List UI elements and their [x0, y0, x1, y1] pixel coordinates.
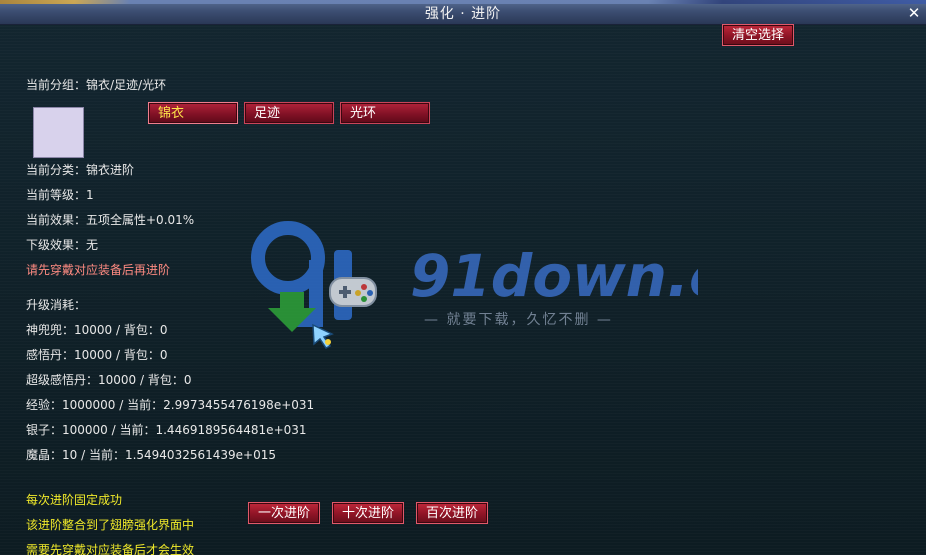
window-title: 强化 · 进阶 [424, 6, 502, 22]
close-icon[interactable]: ✕ [906, 5, 922, 21]
advance-ten-button[interactable]: 十次进阶 [332, 502, 404, 524]
cost-item-ganwudan: 感悟丹：10000 / 背包：0 [26, 348, 168, 362]
cost-item-silver: 银子：100000 / 当前：1.4469189564481e+031 [26, 423, 307, 437]
tab-guanghuan[interactable]: 光环 [340, 102, 430, 124]
note-equip-required: 需要先穿戴对应装备后才会生效 [26, 543, 195, 555]
watermark-91-icon [251, 221, 377, 332]
cost-item-shendoudou: 神兜兜：10000 / 背包：0 [26, 323, 168, 337]
equip-warning: 请先穿戴对应装备后再进阶 [26, 263, 171, 277]
current-group-label: 当前分组：锦衣/足迹/光环 [26, 78, 167, 92]
note-always-success: 每次进阶固定成功 [26, 493, 123, 507]
cost-item-mojing: 魔晶：10 / 当前：1.5494032561439e+015 [26, 448, 276, 462]
tab-jinyi[interactable]: 锦衣 [148, 102, 238, 124]
current-category: 当前分类：锦衣进阶 [26, 163, 135, 177]
advance-hundred-button[interactable]: 百次进阶 [416, 502, 488, 524]
advance-once-button[interactable]: 一次进阶 [248, 502, 320, 524]
cost-item-exp: 经验：1000000 / 当前：2.9973455476198e+031 [26, 398, 315, 412]
watermark-brand: 91down.cn [410, 242, 698, 310]
equipment-slot[interactable] [33, 107, 84, 158]
watermark-logo: 91down.cn — 就要下载，久忆不删 — [251, 221, 698, 332]
clear-selection-button[interactable]: 清空选择 [722, 24, 794, 46]
next-effect: 下级效果：无 [26, 238, 99, 252]
cost-item-super-ganwudan: 超级感悟丹：10000 / 背包：0 [26, 373, 192, 387]
enhance-advance-window: 强化 · 进阶 ✕ 清空选择 当前分组：锦衣/足迹/光环 锦衣 足迹 光环 当前… [0, 0, 926, 555]
tab-zuji[interactable]: 足迹 [244, 102, 334, 124]
cursor-icon [312, 323, 334, 349]
current-level: 当前等级：1 [26, 188, 94, 202]
title-bar[interactable]: 强化 · 进阶 ✕ [0, 0, 926, 25]
cost-title: 升级消耗： [26, 298, 87, 312]
current-effect: 当前效果：五项全属性+0.01% [26, 213, 195, 227]
note-merged-wings: 该进阶整合到了翅膀强化界面中 [26, 518, 195, 532]
watermark-slogan: — 就要下载，久忆不删 — [424, 312, 613, 328]
